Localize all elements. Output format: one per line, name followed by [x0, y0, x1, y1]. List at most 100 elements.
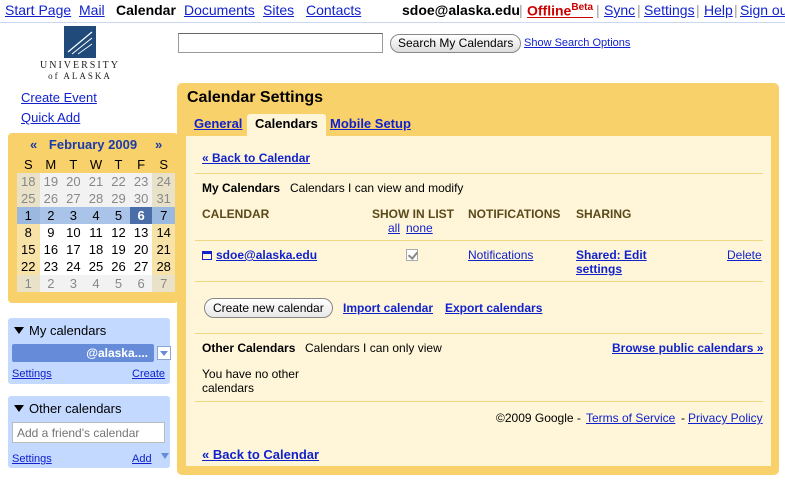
mini-calendar-day[interactable]: 1: [17, 207, 40, 224]
mini-calendar-day[interactable]: 2: [39, 207, 63, 224]
nav-documents[interactable]: Documents: [184, 2, 255, 18]
mini-calendar-day[interactable]: 22: [17, 258, 40, 275]
mini-calendar-day[interactable]: 25: [17, 190, 40, 207]
next-month-button[interactable]: »: [155, 137, 162, 152]
other-calendars-settings-link[interactable]: Settings: [12, 453, 52, 465]
nav-mail[interactable]: Mail: [79, 2, 105, 18]
terms-of-service-link[interactable]: Terms of Service: [586, 411, 675, 425]
nav-sync[interactable]: Sync: [604, 2, 635, 18]
create-calendar-link[interactable]: Create: [132, 368, 165, 380]
mini-calendar-day[interactable]: 11: [84, 224, 108, 241]
mini-calendar-day[interactable]: 30: [129, 190, 153, 207]
mini-calendar-day[interactable]: 20: [129, 241, 153, 258]
privacy-policy-link[interactable]: Privacy Policy: [688, 411, 763, 425]
mini-calendar-day[interactable]: 28: [152, 258, 175, 275]
mini-calendar-day[interactable]: 3: [62, 207, 85, 224]
logo-text-university: UNIVERSITY: [40, 60, 120, 71]
mini-calendar-day[interactable]: 27: [62, 190, 85, 207]
mini-calendar-day[interactable]: 7: [152, 275, 175, 292]
back-to-calendar-link-top[interactable]: « Back to Calendar: [202, 151, 310, 165]
quick-add-link[interactable]: Quick Add: [21, 110, 80, 125]
notifications-link[interactable]: Notifications: [468, 248, 533, 262]
calendar-name-link[interactable]: sdoe@alaska.edu: [202, 248, 317, 262]
import-calendar-link[interactable]: Import calendar: [343, 301, 433, 315]
mini-calendar-day[interactable]: 7: [152, 207, 175, 224]
show-all-link[interactable]: all: [388, 221, 400, 235]
search-input[interactable]: [178, 33, 383, 53]
mini-calendar-day[interactable]: 8: [17, 224, 40, 241]
mini-calendar-day[interactable]: 18: [17, 173, 40, 190]
mini-calendar-day[interactable]: 2: [39, 275, 63, 292]
add-calendar-link[interactable]: Add: [132, 453, 152, 465]
nav-sites[interactable]: Sites: [263, 2, 294, 18]
mini-calendar-day[interactable]: 28: [84, 190, 108, 207]
sharing-edit-link-line2[interactable]: settings: [576, 262, 622, 276]
other-calendars-toggle[interactable]: Other calendars: [14, 401, 122, 416]
mini-calendar-day[interactable]: 13: [129, 224, 153, 241]
mini-calendar-day[interactable]: 4: [84, 207, 108, 224]
mini-calendar-today[interactable]: 6: [129, 207, 153, 224]
mini-calendar-day[interactable]: 23: [129, 173, 153, 190]
my-calendars-toggle[interactable]: My calendars: [14, 323, 106, 338]
mini-calendar-day[interactable]: 19: [39, 173, 63, 190]
search-my-calendars-button[interactable]: Search My Calendars: [390, 34, 522, 53]
mini-calendar-day[interactable]: 10: [62, 224, 85, 241]
mini-calendar-day[interactable]: 5: [107, 275, 130, 292]
create-new-calendar-button[interactable]: Create new calendar: [204, 298, 333, 318]
calendar-chip-dropdown[interactable]: [157, 346, 171, 360]
create-event-link[interactable]: Create Event: [21, 90, 97, 105]
mini-calendar-day[interactable]: 26: [39, 190, 63, 207]
mini-calendar-day[interactable]: 26: [107, 258, 130, 275]
mini-calendar-day[interactable]: 14: [152, 224, 175, 241]
mini-calendar-day[interactable]: 15: [17, 241, 40, 258]
mini-calendar-day[interactable]: 21: [84, 173, 108, 190]
mini-calendar-day[interactable]: 5: [107, 207, 130, 224]
tab-general[interactable]: General: [186, 114, 250, 136]
mini-calendar-day[interactable]: 6: [129, 275, 153, 292]
add-dropdown-arrow-icon[interactable]: [161, 453, 169, 459]
mini-calendar-day[interactable]: 24: [152, 173, 175, 190]
nav-contacts[interactable]: Contacts: [306, 2, 361, 18]
nav-settings[interactable]: Settings: [644, 2, 695, 18]
back-to-calendar-link-bottom[interactable]: « Back to Calendar: [202, 447, 319, 462]
mini-calendar-day[interactable]: 3: [62, 275, 85, 292]
mini-calendar-day[interactable]: 19: [107, 241, 130, 258]
export-calendars-link[interactable]: Export calendars: [445, 301, 542, 315]
mini-calendar-day[interactable]: 23: [39, 258, 63, 275]
nav-start-page[interactable]: Start Page: [5, 2, 71, 18]
previous-month-button[interactable]: «: [30, 137, 37, 152]
mini-calendar-day[interactable]: 27: [129, 258, 153, 275]
mini-calendar-day[interactable]: 4: [84, 275, 108, 292]
browse-public-calendars-link[interactable]: Browse public calendars »: [612, 341, 763, 355]
nav-help[interactable]: Help: [704, 2, 733, 18]
university-logo[interactable]: UNIVERSITY of ALASKA: [30, 26, 130, 86]
mini-calendar-day[interactable]: 17: [62, 241, 85, 258]
mini-calendar-day[interactable]: 12: [107, 224, 130, 241]
show-in-list-checkbox[interactable]: [406, 249, 418, 261]
my-calendars-settings-link[interactable]: Settings: [12, 368, 52, 380]
show-search-options-link[interactable]: Show Search Options: [524, 37, 630, 49]
mini-calendar-day[interactable]: 18: [84, 241, 108, 258]
calendar-chip[interactable]: @alaska....: [12, 344, 154, 362]
sharing-edit-link[interactable]: Shared: Edit: [576, 248, 647, 262]
day-of-week-label: S: [159, 157, 169, 172]
mini-calendar-day[interactable]: 22: [107, 173, 130, 190]
add-friend-calendar-input[interactable]: [12, 422, 165, 443]
dropdown-arrow-icon: [160, 351, 168, 356]
mini-calendar-day[interactable]: 29: [107, 190, 130, 207]
delete-calendar-link[interactable]: Delete: [727, 248, 762, 262]
mini-calendar-day[interactable]: 25: [84, 258, 108, 275]
mini-calendar-day[interactable]: 24: [62, 258, 85, 275]
mini-calendar-day[interactable]: 1: [17, 275, 40, 292]
mini-calendar-day[interactable]: 31: [152, 190, 175, 207]
mini-calendar-day[interactable]: 21: [152, 241, 175, 258]
tab-calendars[interactable]: Calendars: [247, 114, 326, 136]
nav-sign-out[interactable]: Sign out: [740, 2, 785, 18]
tab-mobile-setup[interactable]: Mobile Setup: [322, 114, 419, 136]
mini-calendar-day[interactable]: 9: [39, 224, 63, 241]
mini-calendar-day[interactable]: 16: [39, 241, 63, 258]
nav-calendar[interactable]: Calendar: [116, 2, 176, 18]
show-none-link[interactable]: none: [406, 221, 433, 235]
mini-calendar-day[interactable]: 20: [62, 173, 85, 190]
offline-link[interactable]: OfflineBeta: [527, 2, 593, 19]
